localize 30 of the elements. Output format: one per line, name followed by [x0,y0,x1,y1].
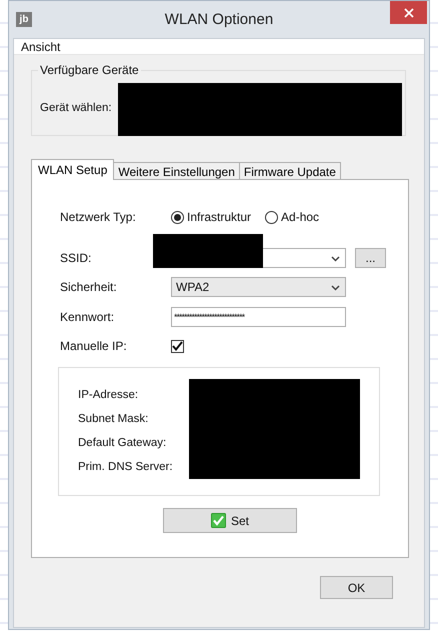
field-label: Subnet Mask: [78,412,150,427]
tab[interactable]: WLAN Setup [31,159,114,180]
window-title: WLAN Optionen [164,11,274,28]
radio-option[interactable]: Ad-hoc [265,210,320,224]
checkbox[interactable] [171,340,184,352]
field-label: IP-Adresse: [78,388,140,403]
close-icon [404,8,414,18]
field-label: Default Gateway: [78,436,168,451]
field-label: Kennwort: [60,310,114,324]
checkmark-icon [210,513,226,528]
ok-button[interactable]: OK [320,576,393,599]
group-title: Verfügbare Geräte [38,63,141,77]
field-label: Prim. DNS Server: [78,460,173,475]
security-dropdown[interactable]: WPA2 [171,277,346,297]
close-button[interactable] [390,1,427,24]
field-label: Sicherheit: [60,280,117,294]
password-field[interactable]: **************************** [171,307,346,327]
field-label: Manuelle IP: [60,339,127,353]
app-logo-icon: jb [16,12,32,27]
browse-button[interactable]: ... [355,248,386,268]
set-button[interactable]: Set [163,508,297,533]
caret-icon [331,256,340,262]
tab[interactable]: Firmware Update [238,162,341,180]
tab[interactable]: Weitere Einstellungen [113,162,240,180]
menu-item[interactable]: Ansicht [21,40,60,54]
field-label: Gerät wählen: [40,102,112,114]
radio-option[interactable]: Infrastruktur [171,210,252,224]
field-label: Netzwerk Typ: [60,210,136,224]
caret-icon [331,285,340,291]
field-label: SSID: [60,251,92,265]
